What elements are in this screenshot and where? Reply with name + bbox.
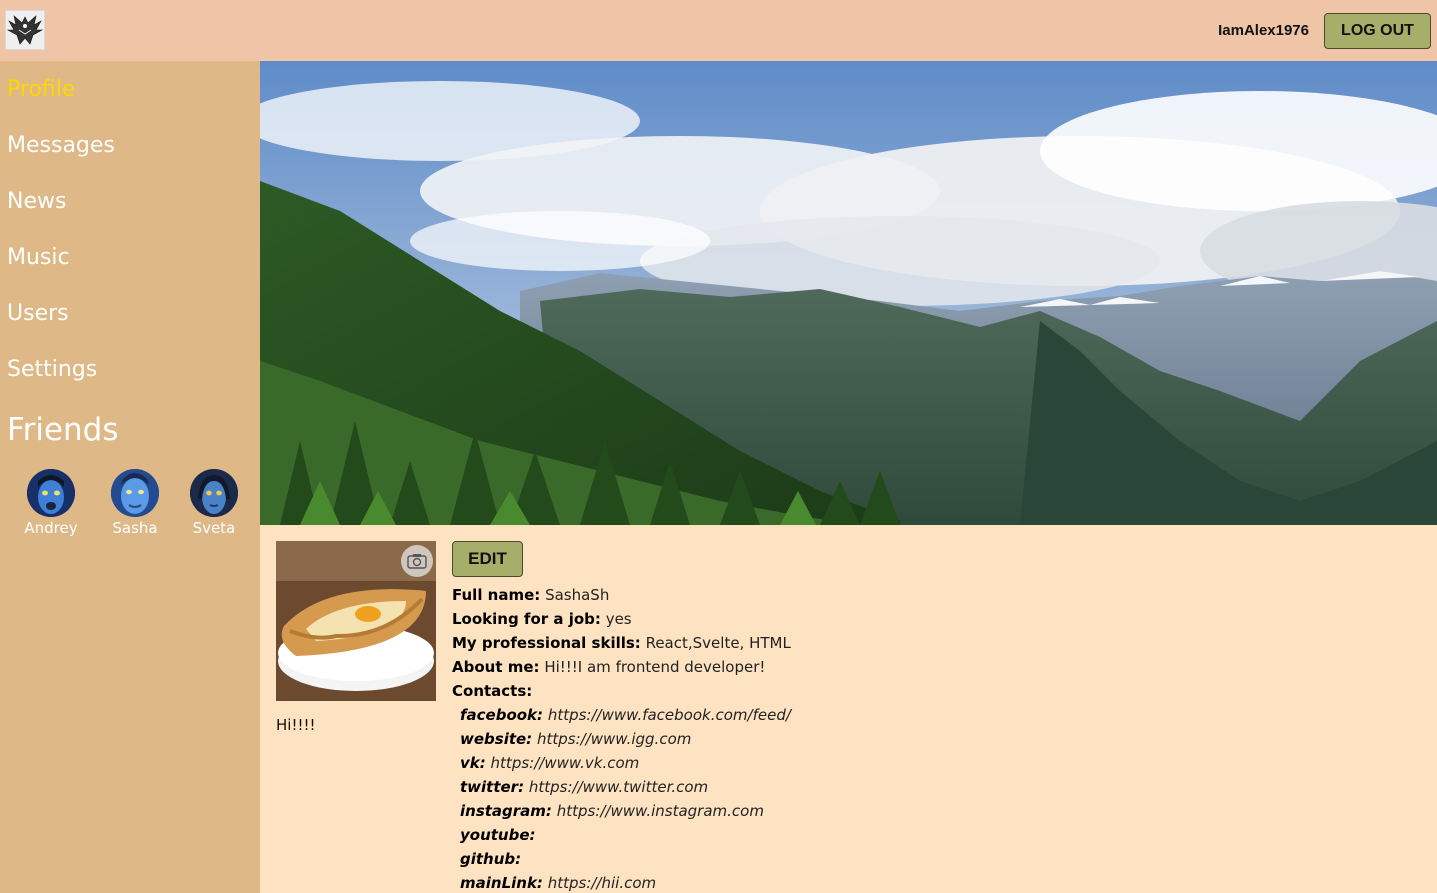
edit-profile-button[interactable]: EDIT xyxy=(452,541,523,577)
friend-avatar xyxy=(111,469,159,517)
nav-users[interactable]: Users xyxy=(7,301,69,326)
profile-status[interactable]: Hi!!!! xyxy=(276,716,316,734)
contact-label: facebook: xyxy=(460,706,544,724)
contact-link[interactable]: https://www.twitter.com xyxy=(529,778,708,796)
contact-website: website: https://www.igg.com xyxy=(452,727,791,751)
field-about-me: About me: Hi!!!I am frontend developer! xyxy=(452,655,791,679)
contact-link[interactable]: https://www.igg.com xyxy=(537,730,691,748)
field-value: yes xyxy=(605,610,632,628)
field-value: Hi!!!I am frontend developer! xyxy=(544,658,766,676)
camera-icon xyxy=(407,554,427,569)
contact-link[interactable]: https://hii.com xyxy=(548,874,656,892)
field-value: SashaSh xyxy=(545,586,610,604)
contact-facebook: facebook: https://www.facebook.com/feed/ xyxy=(452,703,791,727)
contact-youtube: youtube: xyxy=(452,823,791,847)
contact-label: youtube: xyxy=(460,826,536,844)
field-label: Looking for a job: xyxy=(452,610,601,628)
username-label: IamAlex1976 xyxy=(1218,22,1309,39)
field-label: My professional skills: xyxy=(452,634,641,652)
contacts-heading: Contacts: xyxy=(452,679,791,703)
logout-button[interactable]: LOG OUT xyxy=(1324,13,1431,49)
nav-profile[interactable]: Profile xyxy=(7,77,75,102)
field-full-name: Full name: SashaSh xyxy=(452,583,791,607)
sidebar: Profile Messages News Music Users Settin… xyxy=(0,61,260,893)
contact-label: twitter: xyxy=(460,778,525,796)
phoenix-logo-icon[interactable] xyxy=(5,10,45,50)
nav-news[interactable]: News xyxy=(7,189,66,214)
contact-label: github: xyxy=(460,850,522,868)
friend-name: Sveta xyxy=(192,519,236,537)
profile-info: Full name: SashaSh Looking for a job: ye… xyxy=(452,583,791,893)
contact-label: instagram: xyxy=(460,802,552,820)
field-value: React,Svelte, HTML xyxy=(645,634,791,652)
contact-vk: vk: https://www.vk.com xyxy=(452,751,791,775)
friend-item[interactable]: Andrey xyxy=(11,469,91,537)
nav-messages[interactable]: Messages xyxy=(7,133,115,158)
friend-avatar xyxy=(27,469,75,517)
contact-twitter: twitter: https://www.twitter.com xyxy=(452,775,791,799)
profile-banner-image xyxy=(260,61,1437,525)
friend-name: Sasha xyxy=(112,519,158,537)
contact-link[interactable]: https://www.vk.com xyxy=(491,754,640,772)
friend-avatar xyxy=(190,469,238,517)
field-label: Full name: xyxy=(452,586,541,604)
friends-title: Friends xyxy=(7,412,119,448)
profile-avatar xyxy=(276,541,436,701)
field-looking-for-job: Looking for a job: yes xyxy=(452,607,791,631)
contact-github: github: xyxy=(452,847,791,871)
contact-label: website: xyxy=(460,730,533,748)
contact-link[interactable]: https://www.facebook.com/feed/ xyxy=(548,706,791,724)
field-skills: My professional skills: React,Svelte, HT… xyxy=(452,631,791,655)
header: IamAlex1976 LOG OUT xyxy=(0,0,1437,61)
profile-content: Hi!!!! EDIT Full name: SashaSh Looking f… xyxy=(260,525,1437,893)
contacts-label: Contacts: xyxy=(452,682,533,700)
friend-item[interactable]: Sasha xyxy=(95,469,175,537)
contact-label: mainLink: xyxy=(460,874,543,892)
friend-item[interactable]: Sveta xyxy=(174,469,254,537)
change-photo-button[interactable] xyxy=(401,545,433,577)
contact-instagram: instagram: https://www.instagram.com xyxy=(452,799,791,823)
contact-mainlink: mainLink: https://hii.com xyxy=(452,871,791,893)
nav-settings[interactable]: Settings xyxy=(7,357,97,382)
friend-name: Andrey xyxy=(24,519,78,537)
field-label: About me: xyxy=(452,658,540,676)
nav-music[interactable]: Music xyxy=(7,245,70,270)
contact-link[interactable]: https://www.instagram.com xyxy=(557,802,764,820)
contact-label: vk: xyxy=(460,754,486,772)
